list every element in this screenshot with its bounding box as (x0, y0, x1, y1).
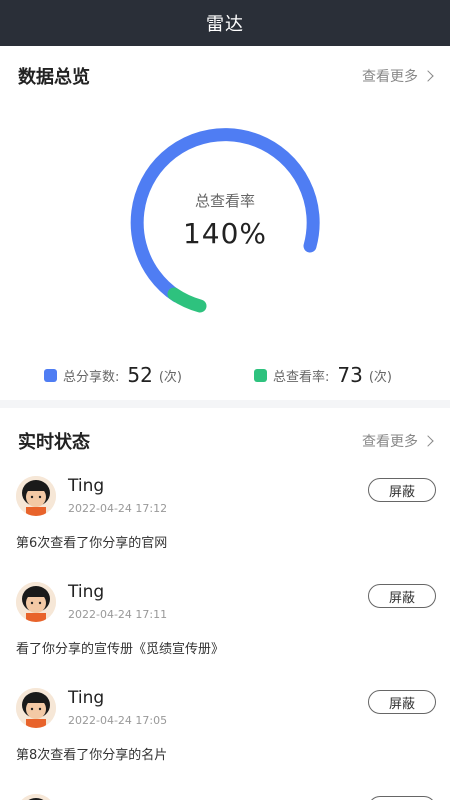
chevron-right-icon (422, 70, 434, 82)
realtime-header: 实时状态 查看更多 (0, 421, 450, 461)
realtime-more-label: 查看更多 (362, 434, 418, 450)
gauge-label: 总查看率 (194, 192, 255, 210)
stat-share-count: 总分享数: 52 (次) (44, 360, 182, 390)
block-button[interactable]: 屏蔽 (368, 584, 436, 608)
stat-value: 52 (127, 363, 153, 387)
stats-row: 总分享数: 52 (次) 总查看率: 73 (次) (0, 360, 450, 390)
page-title: 雷达 (206, 14, 244, 35)
view-legend-dot (254, 368, 267, 382)
share-legend-dot (44, 368, 57, 382)
user-name: Ting (68, 582, 105, 602)
overview-more-label: 查看更多 (362, 69, 418, 85)
overview-header: 数据总览 查看更多 (0, 56, 450, 96)
activity-text: 看了你分享的宣传册《觅绩宣传册》 (16, 642, 225, 657)
block-button[interactable]: 屏蔽 (368, 690, 436, 714)
activity-text: 第8次查看了你分享的名片 (16, 748, 168, 763)
avatar (16, 476, 56, 516)
section-divider (0, 400, 450, 408)
stat-unit: (次) (158, 369, 182, 385)
stat-view-rate: 总查看率: 73 (次) (254, 360, 392, 390)
list-item: Ting 2022-04-24 17:12 屏蔽 第6次查看了你分享的官网 (0, 476, 450, 582)
block-button[interactable]: 屏蔽 (368, 478, 436, 502)
avatar (16, 688, 56, 728)
activity-text: 第6次查看了你分享的官网 (16, 536, 168, 551)
user-name: Ting (68, 688, 105, 708)
list-item (0, 794, 450, 800)
gauge-value: 140% (182, 217, 268, 250)
list-item: Ting 2022-04-24 17:11 屏蔽 看了你分享的宣传册《觅绩宣传册… (0, 582, 450, 688)
stat-label: 总查看率: (273, 369, 330, 385)
avatar (16, 582, 56, 622)
block-button[interactable] (368, 796, 436, 800)
stat-unit: (次) (368, 369, 392, 385)
timestamp: 2022-04-24 17:11 (68, 608, 168, 621)
realtime-title: 实时状态 (18, 432, 90, 453)
gauge-arc-green (167, 287, 207, 313)
chevron-right-icon (422, 435, 434, 447)
top-bar: 雷达 (0, 0, 450, 46)
stat-label: 总分享数: (63, 369, 120, 385)
overview-more-link[interactable]: 查看更多 (362, 66, 434, 86)
gauge-center: 总查看率 140% (130, 190, 320, 250)
timestamp: 2022-04-24 17:12 (68, 502, 168, 515)
overview-title: 数据总览 (18, 67, 90, 88)
user-name: Ting (68, 476, 105, 496)
list-item: Ting 2022-04-24 17:05 屏蔽 第8次查看了你分享的名片 (0, 688, 450, 794)
realtime-more-link[interactable]: 查看更多 (362, 431, 434, 451)
avatar (16, 794, 56, 800)
stat-value: 73 (337, 363, 363, 387)
timestamp: 2022-04-24 17:05 (68, 714, 168, 727)
